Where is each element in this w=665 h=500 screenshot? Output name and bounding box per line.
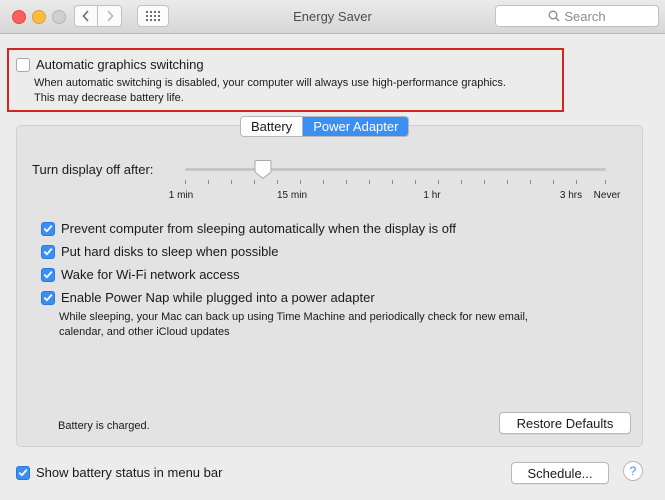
slider-tick [277, 180, 278, 184]
tab-battery[interactable]: Battery [241, 117, 304, 136]
tick-label-3hrs: 3 hrs [559, 190, 583, 201]
battery-status-text: Battery is charged. [58, 420, 150, 432]
title-bar: Energy Saver Search [0, 0, 665, 34]
hard-disks-sleep-checkbox[interactable] [41, 244, 55, 259]
slider-tick [185, 180, 186, 184]
checkmark-icon [43, 271, 53, 279]
wake-wifi-label: Wake for Wi-Fi network access [61, 267, 240, 282]
schedule-button[interactable]: Schedule... [511, 462, 609, 484]
checkmark-icon [43, 225, 53, 233]
checkmark-icon [43, 294, 53, 302]
display-off-slider-track[interactable] [185, 168, 606, 171]
tick-label-1min: 1 min [168, 190, 194, 201]
checkmark-icon [43, 248, 53, 256]
graphics-switching-row[interactable]: Automatic graphics switching [16, 57, 204, 72]
slider-tick [392, 180, 393, 184]
show-battery-status-label: Show battery status in menu bar [36, 465, 223, 480]
tick-label-never: Never [593, 190, 621, 201]
graphics-description-line1: When automatic switching is disabled, yo… [34, 77, 506, 89]
display-off-label: Turn display off after: [32, 162, 154, 177]
slider-tick [369, 180, 370, 184]
show-battery-status-checkbox[interactable] [16, 465, 30, 480]
slider-tick [553, 180, 554, 184]
hard-disks-sleep-label: Put hard disks to sleep when possible [61, 244, 279, 259]
slider-tick [231, 180, 232, 184]
power-nap-label: Enable Power Nap while plugged into a po… [61, 290, 375, 305]
slider-tick [605, 180, 606, 184]
slider-tick [208, 180, 209, 184]
search-placeholder: Search [564, 8, 606, 24]
power-nap-description-line2: calendar, and other iCloud updates [59, 326, 230, 338]
option-power-nap[interactable]: Enable Power Nap while plugged into a po… [41, 290, 375, 305]
checkmark-icon [18, 469, 28, 477]
show-battery-status-row[interactable]: Show battery status in menu bar [16, 465, 222, 480]
prevent-sleep-label: Prevent computer from sleeping automatic… [61, 221, 457, 236]
slider-tick [415, 180, 416, 184]
wake-wifi-checkbox[interactable] [41, 267, 55, 282]
slider-tick [530, 180, 531, 184]
tick-label-15min: 15 min [276, 190, 308, 201]
slider-tick [346, 180, 347, 184]
option-wake-wifi[interactable]: Wake for Wi-Fi network access [41, 267, 240, 282]
restore-defaults-button[interactable]: Restore Defaults [499, 412, 631, 434]
prevent-sleep-checkbox[interactable] [41, 221, 55, 236]
power-nap-description: While sleeping, your Mac can back up usi… [59, 310, 528, 340]
slider-tick [254, 180, 255, 184]
help-button[interactable]: ? [623, 461, 643, 481]
slider-tick [438, 180, 439, 184]
slider-tick [484, 180, 485, 184]
option-prevent-sleep[interactable]: Prevent computer from sleeping automatic… [41, 221, 456, 236]
graphics-description-line2: This may decrease battery life. [34, 92, 184, 104]
tab-power-adapter[interactable]: Power Adapter [303, 117, 409, 136]
option-hard-disks-sleep[interactable]: Put hard disks to sleep when possible [41, 244, 279, 259]
slider-tick [576, 180, 577, 184]
slider-tick [461, 180, 462, 184]
slider-tick [300, 180, 301, 184]
slider-tick [323, 180, 324, 184]
display-off-slider-knob[interactable] [254, 159, 272, 180]
power-nap-checkbox[interactable] [41, 290, 55, 305]
graphics-description: When automatic switching is disabled, yo… [34, 76, 506, 106]
slider-tick [507, 180, 508, 184]
search-field[interactable]: Search [495, 5, 659, 27]
tick-label-1hr: 1 hr [423, 190, 441, 201]
search-icon [548, 10, 560, 22]
graphics-switching-label: Automatic graphics switching [36, 57, 204, 72]
power-source-tabs: Battery Power Adapter [240, 116, 410, 137]
graphics-switching-checkbox[interactable] [16, 57, 30, 72]
power-nap-description-line1: While sleeping, your Mac can back up usi… [59, 311, 528, 323]
